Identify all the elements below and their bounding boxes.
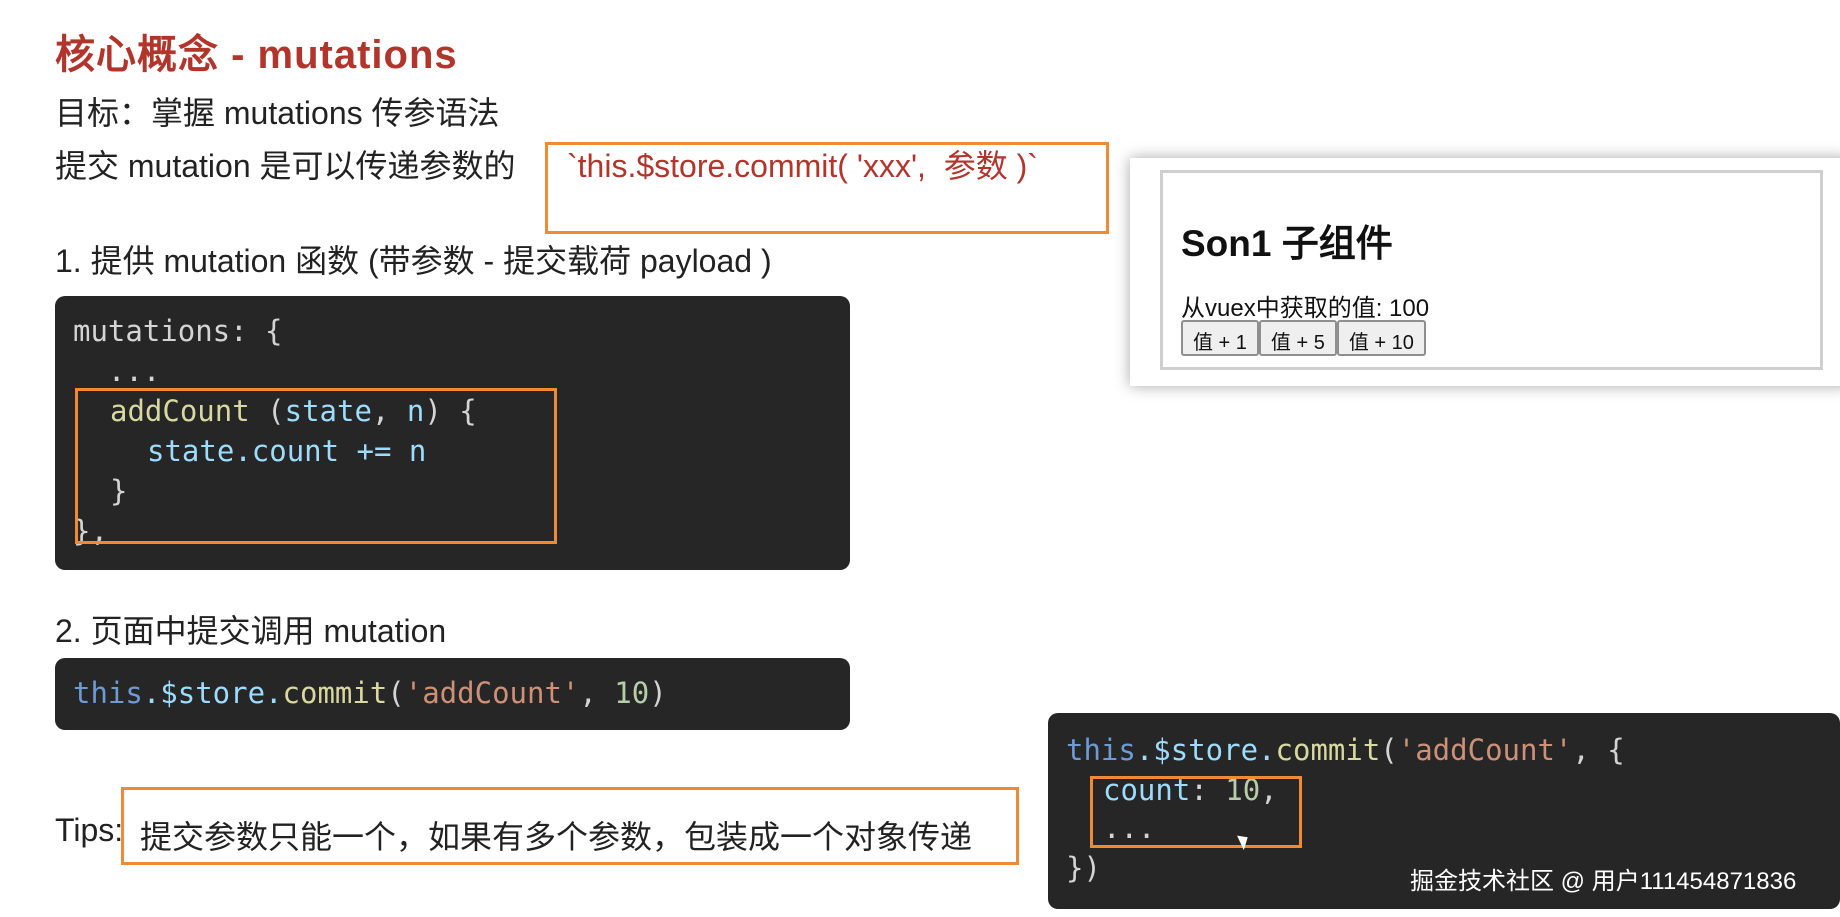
intro-text: 提交 mutation 是可以传递参数的 (55, 148, 516, 184)
step2-text: 2. 页面中提交调用 mutation (55, 613, 447, 649)
demo-button-group: 值 + 1 值 + 5 值 + 10 (1181, 320, 1426, 356)
goal-text: 目标：掌握 mutations 传参语法 (55, 95, 500, 131)
step1-text: 1. 提供 mutation 函数 (带参数 - 提交载荷 payload ) (55, 243, 772, 279)
add-10-button[interactable]: 值 + 10 (1336, 320, 1426, 356)
code-line: }) (1066, 851, 1101, 885)
code-line: this.$store.commit('addCount', 10) (73, 676, 667, 710)
code-line: this.$store.commit('addCount', { (1066, 733, 1625, 767)
son1-title: Son1 子组件 (1181, 223, 1393, 264)
code-line: ... (73, 354, 161, 388)
son1-demo-panel: Son1 子组件 从vuex中获取的值: 100 值 + 1 值 + 5 值 +… (1130, 158, 1840, 386)
vuex-value-text: 从vuex中获取的值: 100 (1181, 295, 1430, 322)
commit-code-block: this.$store.commit('addCount', 10) (55, 658, 850, 730)
count-highlight (1090, 776, 1302, 848)
son1-component-frame: Son1 子组件 从vuex中获取的值: 100 值 + 1 值 + 5 值 +… (1160, 170, 1823, 370)
add-1-button[interactable]: 值 + 1 (1181, 320, 1259, 356)
addcount-highlight (75, 388, 557, 544)
intro-code-highlight (545, 142, 1109, 234)
watermark: 掘金技术社区 @ 用户111454871836 (1410, 868, 1797, 895)
tips-label: Tips: (55, 812, 124, 848)
page-title: 核心概念 - mutations (55, 33, 458, 77)
add-5-button[interactable]: 值 + 5 (1258, 320, 1337, 356)
code-line: mutations: { (73, 314, 283, 348)
tips-highlight (121, 787, 1019, 865)
